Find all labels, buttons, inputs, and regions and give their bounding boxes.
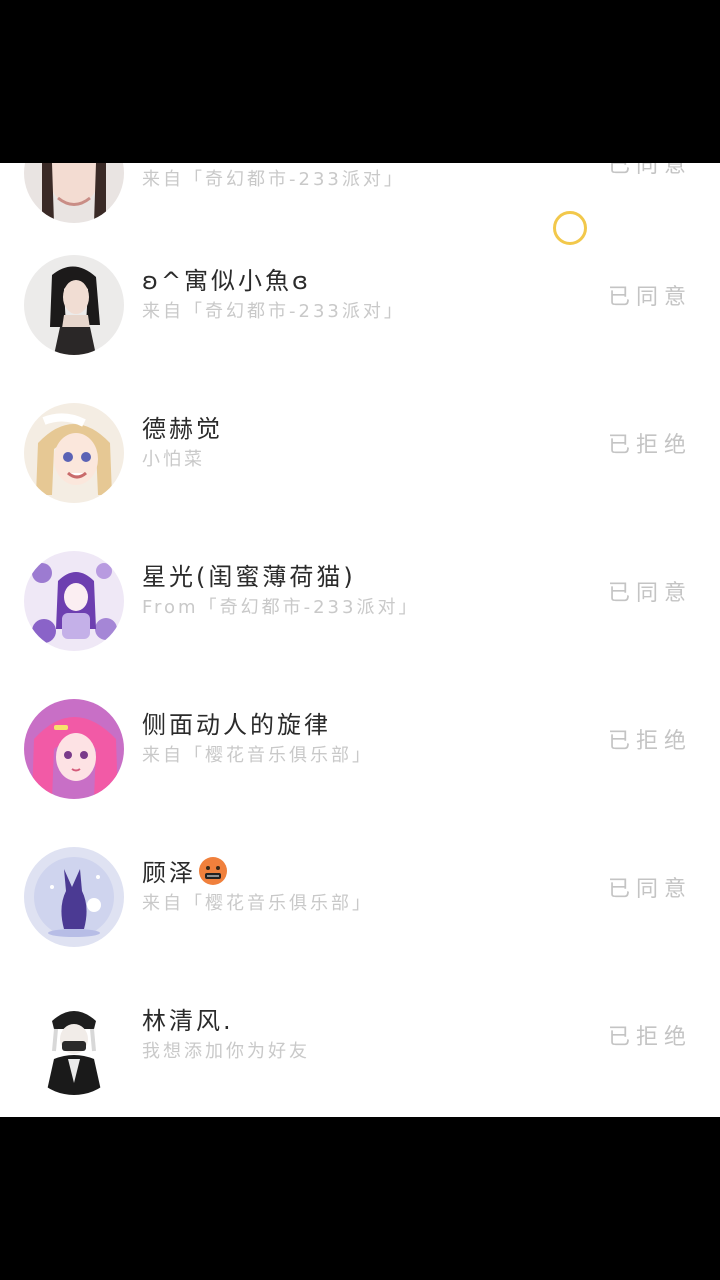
request-status: 已同意 <box>607 581 692 606</box>
touch-indicator-ring <box>553 211 587 245</box>
anime-girl-avatar[interactable] <box>24 403 124 503</box>
request-status: 已同意 <box>607 877 692 902</box>
request-name: 顾泽 <box>142 853 228 888</box>
pink-hair-anime-avatar[interactable] <box>24 699 124 799</box>
request-name-text: 顾泽 <box>142 859 196 887</box>
list-item[interactable]: 德赫觉 小怕菜 已拒绝 <box>0 393 720 513</box>
request-source: From「奇幻都市-233派对」 <box>142 597 420 618</box>
request-status: 已同意 <box>607 285 692 310</box>
bottom-black-bar <box>0 1117 720 1280</box>
request-source: 来自「樱花音乐俱乐部」 <box>142 745 373 766</box>
list-item[interactable]: 星光(闺蜜薄荷猫) From「奇幻都市-233派对」 已同意 <box>0 541 720 661</box>
request-status: 已拒绝 <box>607 1025 692 1050</box>
list-item[interactable]: 林清风. 我想添加你为好友 已拒绝 <box>0 985 720 1105</box>
top-black-bar <box>0 0 720 163</box>
fantasy-creature-avatar[interactable] <box>24 847 124 947</box>
friend-request-list: 来自「奇幻都市-233派对」 已同意 ʚ^寓似小魚ɞ 来自「奇幻都市-233派对… <box>0 163 720 1117</box>
girl-photo-avatar[interactable] <box>24 255 124 355</box>
list-item[interactable]: 顾泽 来自「樱花音乐俱乐部」 已同意 <box>0 837 720 957</box>
dark-anime-boy-avatar[interactable] <box>24 995 124 1095</box>
purple-anime-avatar[interactable] <box>24 551 124 651</box>
request-source: 来自「奇幻都市-233派对」 <box>142 301 405 322</box>
request-name: ʚ^寓似小魚ɞ <box>142 267 311 295</box>
request-source: 来自「樱花音乐俱乐部」 <box>142 893 373 914</box>
request-source: 小怕菜 <box>142 449 205 470</box>
request-status: 已同意 <box>607 163 692 178</box>
list-item[interactable]: 侧面动人的旋律 来自「樱花音乐俱乐部」 已拒绝 <box>0 689 720 809</box>
request-status: 已拒绝 <box>607 433 692 458</box>
request-name: 星光(闺蜜薄荷猫) <box>142 563 356 591</box>
request-name: 侧面动人的旋律 <box>142 711 331 739</box>
list-item[interactable]: 来自「奇幻都市-233派对」 已同意 <box>0 163 720 233</box>
request-source: 来自「奇幻都市-233派对」 <box>142 169 405 190</box>
request-status: 已拒绝 <box>607 729 692 754</box>
request-name: 林清风. <box>142 1007 234 1035</box>
request-name: 德赫觉 <box>142 415 223 443</box>
girl-photo-avatar[interactable] <box>24 163 124 223</box>
list-item[interactable]: ʚ^寓似小魚ɞ 来自「奇幻都市-233派对」 已同意 <box>0 245 720 365</box>
cursing-face-emoji <box>198 856 228 886</box>
request-source: 我想添加你为好友 <box>142 1041 310 1062</box>
